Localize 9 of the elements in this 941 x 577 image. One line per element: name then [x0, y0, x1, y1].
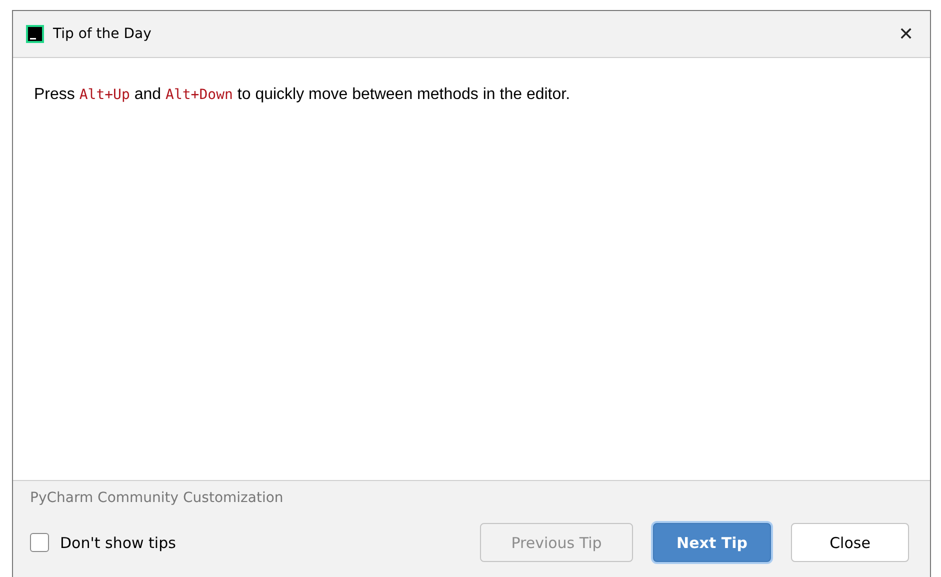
dialog-button[interactable]: Next Tip [653, 523, 771, 562]
tip-source: PyCharm Community Customization [30, 490, 284, 506]
window-title: Tip of the Day [53, 26, 152, 42]
app-logo-icon [26, 25, 44, 43]
dialog-button[interactable]: Close [791, 523, 909, 562]
close-button[interactable]: ✕ [882, 14, 930, 54]
checkbox-label[interactable]: Don't show tips [60, 534, 176, 552]
checkbox[interactable] [30, 533, 49, 552]
tip-text: Press Alt+Up and Alt+Down to quickly move between methods in the editor. [34, 86, 572, 104]
